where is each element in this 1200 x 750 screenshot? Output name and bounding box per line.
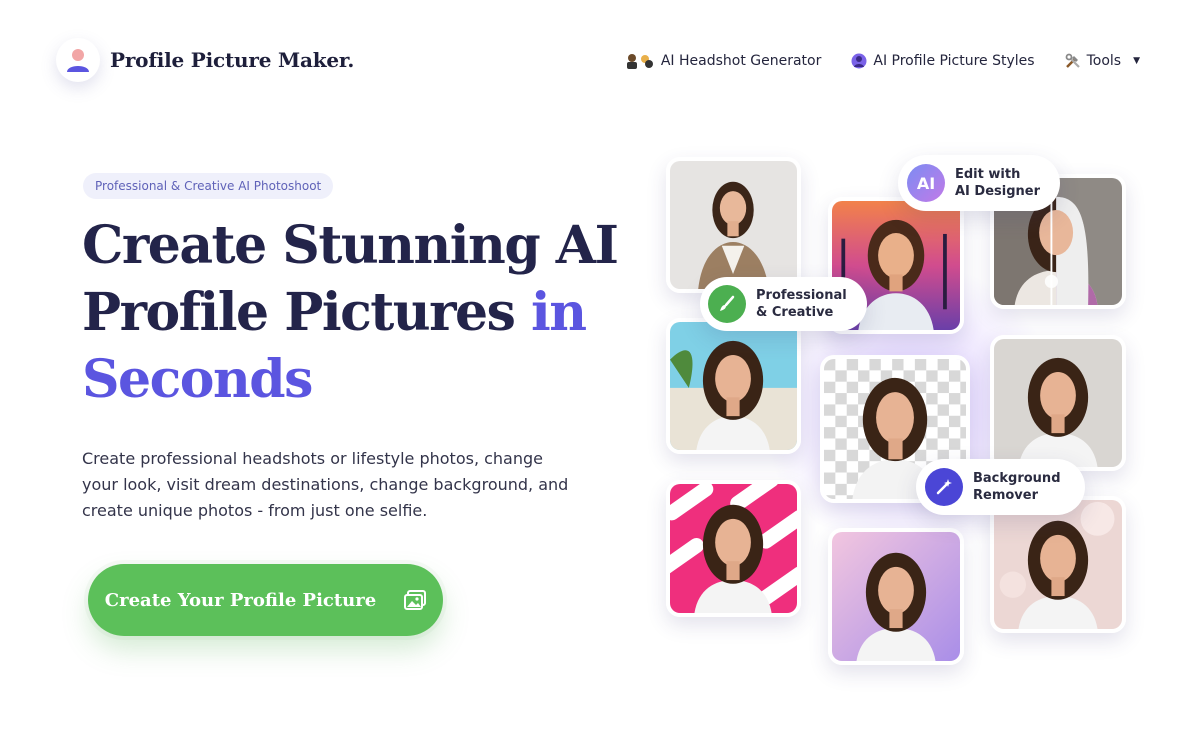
- brand-logo[interactable]: Profile Picture Maker.: [56, 38, 354, 82]
- headline-accent-in: in: [530, 282, 587, 343]
- badge-text: Professional & Creative: [756, 287, 847, 321]
- hero-tag: Professional & Creative AI Photoshoot: [83, 173, 334, 199]
- photo-beach-portrait: [666, 318, 801, 454]
- photo-bokeh-portrait: [990, 496, 1126, 633]
- chevron-down-icon: ▼: [1133, 56, 1140, 66]
- nav-ai-profile-picture-styles[interactable]: AI Profile Picture Styles: [851, 53, 1035, 69]
- top-nav: AI Headshot Generator AI Profile Picture…: [595, 53, 1140, 69]
- image-icon: [404, 590, 427, 610]
- nav-label: Tools: [1086, 53, 1122, 69]
- badge-line1: Professional: [756, 288, 847, 303]
- hero-headline: Create Stunning AI Profile Pictures in S…: [82, 212, 642, 413]
- create-profile-picture-button[interactable]: Create Your Profile Picture: [88, 564, 443, 636]
- hero-description: Create professional headshots or lifesty…: [82, 449, 569, 520]
- photo-business-portrait: [666, 157, 801, 293]
- cta-label: Create Your Profile Picture: [104, 589, 377, 611]
- headline-line2: Profile Pictures: [82, 282, 516, 343]
- badge-edit-with-ai-designer: AI Edit with AI Designer: [898, 155, 1061, 211]
- people-icon: [625, 53, 655, 69]
- photo-pink-pattern-portrait: [666, 480, 801, 617]
- tools-icon: [1065, 53, 1081, 69]
- brush-icon: [708, 285, 746, 323]
- badge-text: Edit with AI Designer: [955, 166, 1040, 200]
- nav-label: AI Profile Picture Styles: [873, 53, 1035, 69]
- badge-line2: Remover: [973, 488, 1039, 503]
- brand-name: Profile Picture Maker.: [110, 48, 355, 72]
- nav-label: AI Headshot Generator: [660, 53, 822, 69]
- photo-lavender-portrait: [828, 528, 964, 665]
- badge-professional-creative: Professional & Creative: [700, 277, 867, 331]
- badge-line1: Background: [973, 471, 1061, 486]
- headline-line1: Create Stunning AI: [82, 215, 619, 276]
- badge-line1: Edit with: [955, 167, 1021, 182]
- badge-line2: AI Designer: [955, 184, 1041, 199]
- badge-background-remover: Background Remover: [916, 459, 1085, 515]
- photo-studio-portrait: [990, 335, 1126, 471]
- avatar-icon: [851, 53, 867, 69]
- ai-icon: AI: [907, 164, 945, 202]
- badge-text: Background Remover: [973, 470, 1061, 504]
- avatar-logo-icon: [56, 38, 100, 82]
- nav-ai-headshot-generator[interactable]: AI Headshot Generator: [625, 53, 822, 69]
- headline-accent-seconds: Seconds: [82, 349, 313, 410]
- badge-line2: & Creative: [756, 305, 834, 320]
- nav-tools[interactable]: Tools ▼: [1065, 53, 1140, 69]
- magic-wand-icon: [925, 468, 963, 506]
